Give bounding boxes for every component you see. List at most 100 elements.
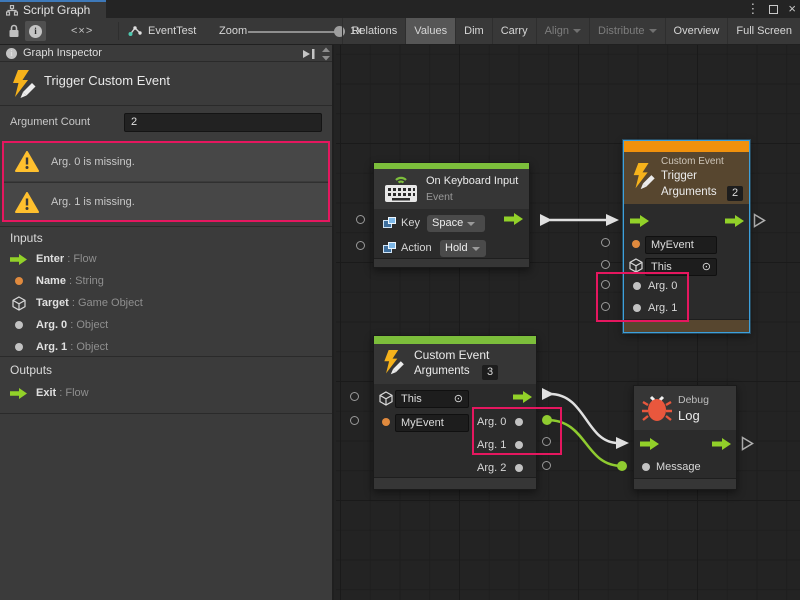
object-port-icon[interactable] [633,282,641,290]
node-debug-log[interactable]: Debug Log Message [633,385,737,490]
node-header: Custom Event Arguments 3 [374,344,536,384]
flow-port-icon [10,388,28,399]
overview-button[interactable]: Overview [665,18,728,44]
port-trigger-exit-output[interactable] [753,213,766,228]
unit-title: Trigger Custom Event [44,73,170,88]
port-custom-arg2-output[interactable] [542,461,551,470]
flow-port-icon [10,254,28,265]
window-menu-icon[interactable]: ⋮ [746,0,759,18]
chevron-down-icon [467,222,475,226]
node-header: Custom Event Trigger Arguments 2 [624,152,749,204]
target-field[interactable]: This ⊙ [645,258,717,276]
divider [0,105,332,106]
event-name-field[interactable]: MyEvent [395,414,469,432]
inspector-toggle-button[interactable]: i [25,21,46,41]
node-category: Custom Event [661,156,724,167]
port-trigger-arg0-input[interactable] [601,280,610,289]
input-row: Name : String [10,273,104,289]
string-port-icon[interactable] [632,240,640,248]
graph-name-label[interactable]: EventTest [148,18,196,44]
wire-arg0-to-message[interactable] [542,415,627,471]
node-footer [634,478,736,489]
zoom-slider-track[interactable] [248,31,338,33]
trigger-custom-event-icon [8,69,38,101]
target-field[interactable]: This ⊙ [395,390,469,408]
node-category: Debug [678,394,709,406]
port-debug-exit-output[interactable] [741,436,754,451]
gameobject-port-icon[interactable] [629,258,643,273]
carry-button[interactable]: Carry [492,18,536,44]
tab-script-graph[interactable]: Script Graph [0,0,106,18]
divider [0,413,332,414]
outputs-heading: Outputs [10,363,52,377]
warnings-highlight-box [2,141,330,222]
window-maximize-icon[interactable] [769,5,778,14]
port-keyboard-action-input[interactable] [356,241,365,250]
dock-panel-icon[interactable] [301,48,316,60]
string-port-icon[interactable] [382,418,390,426]
flow-input-port[interactable] [630,215,650,227]
wire-custom-to-debug-flow[interactable] [542,388,629,449]
input-row: Arg. 1 : Object [10,339,108,355]
port-keyboard-key-input[interactable] [356,215,365,224]
node-subtitle: Event [426,191,453,203]
lock-icon[interactable] [8,24,20,38]
node-header: Debug Log [634,386,736,430]
port-trigger-name-input[interactable] [601,238,610,247]
action-dropdown[interactable]: Hold [440,240,486,257]
inspector-header: i Graph Inspector [0,45,332,62]
relations-button[interactable]: Relations [342,18,405,44]
node-title-line2: Arguments [661,186,717,198]
flow-output-port[interactable] [725,215,745,227]
flow-output-port[interactable] [504,213,524,225]
flow-input-port[interactable] [640,438,660,450]
inputs-heading: Inputs [10,231,43,245]
arguments-count-badge: 2 [727,186,743,201]
object-port-icon[interactable] [642,463,650,471]
chevron-down-icon [573,29,581,33]
tab-title: Script Graph [23,3,90,17]
graph-toolbar: i <×> EventTest Zoom 1x Relations Values… [0,18,800,45]
values-button[interactable]: Values [405,18,455,44]
node-footer [374,258,529,267]
gameobject-port-icon[interactable] [379,391,393,406]
dim-button[interactable]: Dim [455,18,492,44]
node-title-line1: Trigger [661,170,697,182]
code-view-icon[interactable]: <×> [71,18,93,44]
argument-count-field[interactable]: 2 [124,113,322,132]
node-on-keyboard-input[interactable]: On Keyboard Input Event Key Space Action… [373,162,530,268]
object-port-icon[interactable] [633,304,641,312]
distribute-button[interactable]: Distribute [589,18,664,44]
input-row: Enter : Flow [10,251,97,267]
align-button[interactable]: Align [536,18,589,44]
panel-scroll-arrows-icon[interactable] [322,47,330,61]
flow-output-port[interactable] [712,438,732,450]
port-custom-arg1-output[interactable] [542,437,551,446]
graph-asset-icon [128,25,142,37]
graph-inspector-panel: i Graph Inspector Trigger Custom Event A… [0,45,334,600]
toolbar-separator [118,22,119,40]
keyboard-event-icon [383,172,419,204]
object-port-icon[interactable] [515,418,523,426]
input-row: Target : Game Object [10,295,143,311]
object-port-icon[interactable] [515,464,523,472]
node-trigger-custom-event[interactable]: Custom Event Trigger Arguments 2 MyEvent… [623,140,750,333]
event-name-field[interactable]: MyEvent [645,236,717,254]
input-action-icon [383,217,396,230]
node-header: On Keyboard Input Event [374,169,529,209]
object-port-icon[interactable] [515,441,523,449]
object-picker-icon[interactable]: ⊙ [454,391,463,407]
wire-keyboard-to-trigger[interactable] [540,214,619,226]
flow-output-port[interactable] [513,391,533,403]
port-custom-name-input[interactable] [350,416,359,425]
port-trigger-target-input[interactable] [601,260,610,269]
object-picker-icon[interactable]: ⊙ [702,259,711,275]
key-dropdown[interactable]: Space [427,215,485,232]
port-trigger-arg1-input[interactable] [601,302,610,311]
node-custom-event[interactable]: Custom Event Arguments 3 This ⊙ MyEvent … [373,335,537,490]
object-port-icon [15,343,23,351]
window-close-icon[interactable]: × [788,0,796,18]
fullscreen-button[interactable]: Full Screen [727,18,800,44]
graph-canvas[interactable]: On Keyboard Input Event Key Space Action… [336,45,800,600]
port-custom-target-input[interactable] [350,392,359,401]
